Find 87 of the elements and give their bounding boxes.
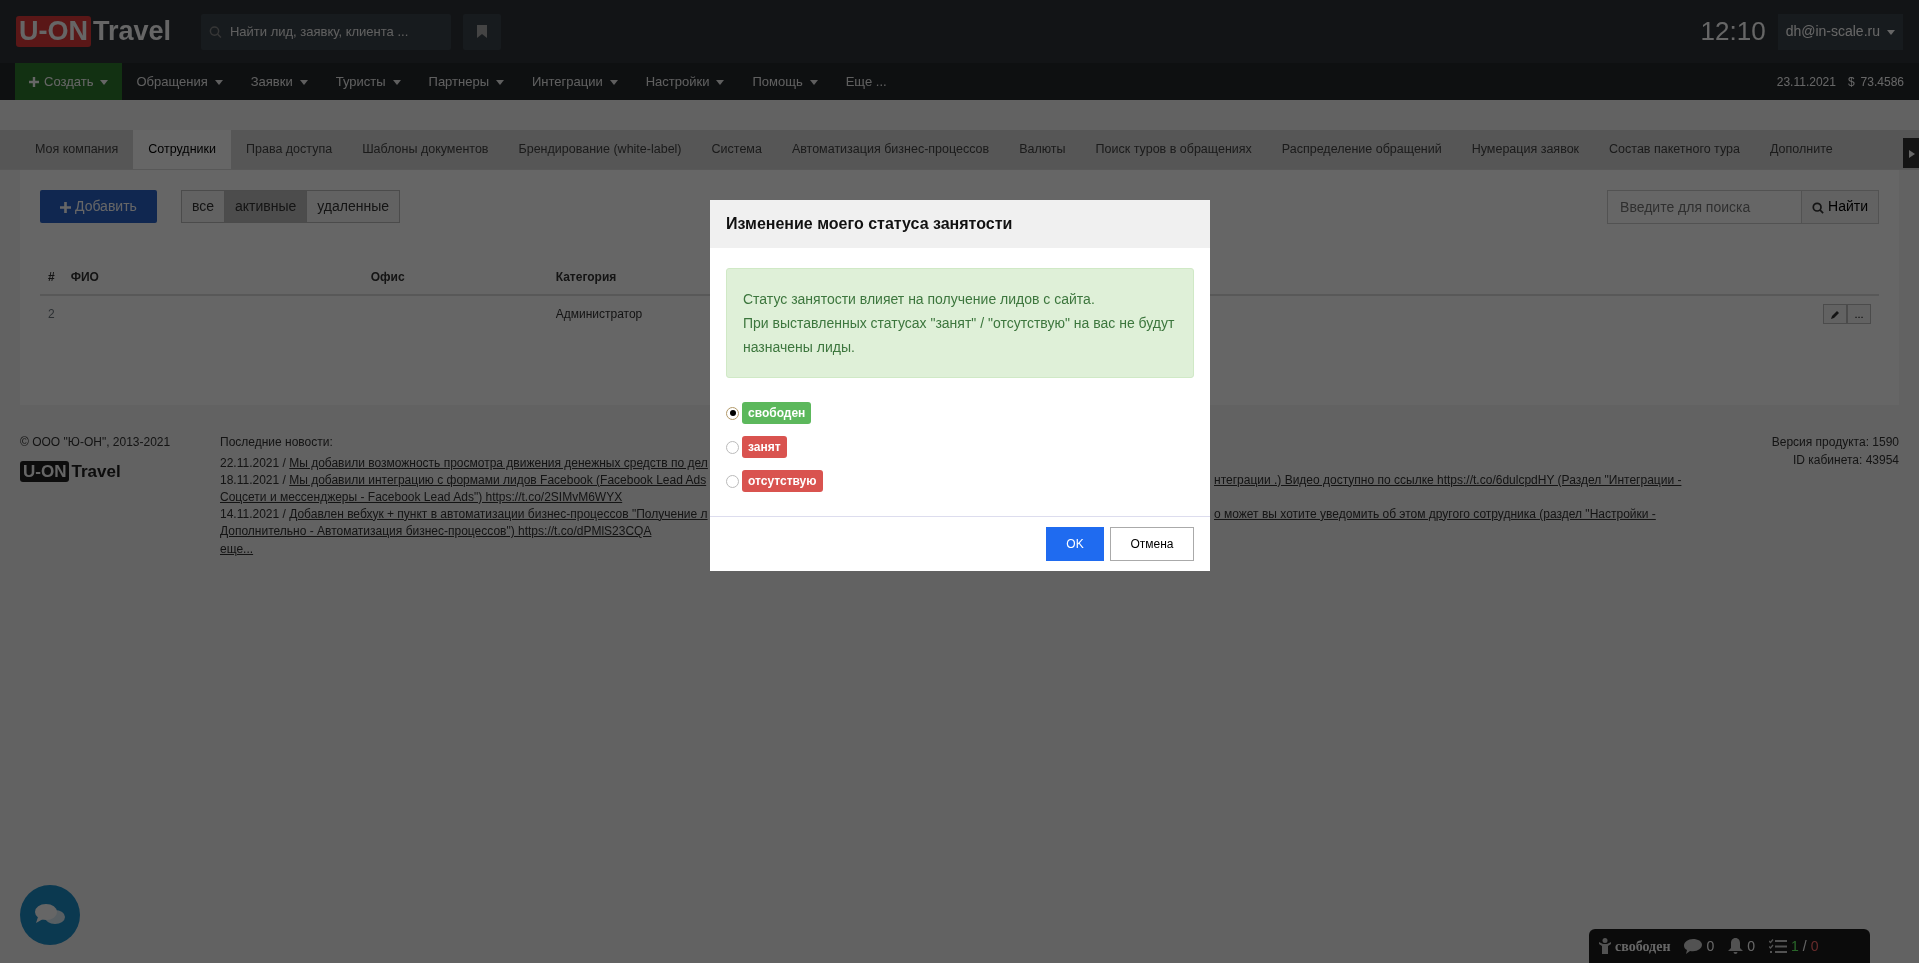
user-menu[interactable]: dh@in-scale.ru [1777, 13, 1903, 50]
search-icon [1812, 201, 1825, 214]
nav-menu[interactable]: Партнеры [414, 63, 518, 100]
more-link[interactable]: еще... [220, 541, 254, 556]
settings-tab[interactable]: Сотрудники [133, 130, 231, 169]
news-link[interactable]: Дополнительно - Автоматизация бизнес-процессов") https://t.co/dPMlS23CQA [220, 523, 652, 538]
info-text: При выставленных статусах "занят" / "отсутствую" на вас не будут назначены лиды. [743, 314, 1176, 357]
date-text: 23.11.2021 [1776, 73, 1836, 91]
news-link[interactable]: нтеграции .) Видео доступно по ссылке https://t.co/6dulcpdHY (Раздел "Интеграции - [1214, 472, 1682, 487]
checklist-icon [1769, 938, 1788, 954]
news-heading: Последние новости: [220, 434, 333, 449]
more-button[interactable]: ... [1847, 303, 1871, 324]
filter-button[interactable]: активные [223, 190, 308, 224]
status-label: свободен [742, 402, 812, 424]
pencil-icon [1830, 309, 1840, 320]
settings-tab[interactable]: Брендирование (white-label) [503, 130, 697, 169]
table-cell: Администратор [555, 306, 643, 321]
nav-link[interactable]: Еще ... [831, 63, 901, 100]
search-field[interactable]: Найти лид, заявку, клиента ... [201, 13, 452, 50]
nav-menu[interactable]: Интеграции [518, 63, 632, 100]
copyright-text: © ООО "Ю-ОН", 2013-2021 [20, 433, 172, 451]
status-label: занят [742, 436, 787, 458]
status-label: отсутствую [742, 470, 823, 492]
notification-count: 0 [1747, 936, 1756, 956]
news-link[interactable]: Соцсети и мессенджеры - Facebook Lead Ads") https://t.co/2SIMvM6WYX [220, 489, 623, 504]
column-header: Офис [362, 259, 548, 295]
exchange-rate: 73.4586 [1860, 73, 1904, 91]
bookmark-button[interactable] [463, 13, 502, 50]
status-text[interactable]: свободен [1615, 935, 1671, 957]
logo-text: Travel [71, 462, 121, 480]
person-icon [1599, 938, 1611, 954]
settings-tab[interactable]: Моя компания [20, 130, 134, 169]
add-button[interactable]: Добавить [40, 190, 157, 224]
dialog-title: Изменение моего статуса занятости [710, 200, 1210, 248]
news-date: 22.11.2021 / [220, 455, 286, 470]
news-link[interactable]: Мы добавили возможность просмотра движения денежных средств по дел [289, 455, 708, 470]
create-menu[interactable]: Создать [15, 63, 123, 100]
column-header: # [40, 259, 63, 295]
nav-menu[interactable]: Помощь [738, 63, 832, 100]
news-date: 18.11.2021 / [220, 472, 286, 487]
settings-tab[interactable]: Состав пакетного тура [1594, 130, 1755, 169]
settings-tab[interactable]: Автоматизация бизнес-процессов [776, 130, 1005, 169]
chat-icon [1684, 938, 1703, 954]
ok-button[interactable]: OK [1046, 527, 1104, 561]
news-date: 14.11.2021 / [220, 506, 286, 521]
separator-text: / [1802, 936, 1807, 956]
triangle-icon [1909, 149, 1915, 158]
filter-button[interactable]: удаленные [306, 190, 401, 224]
nav-menu[interactable]: Настройки [631, 63, 739, 100]
tasks-done-count: 1 [1791, 936, 1799, 956]
clock-time: 12:10 [1700, 15, 1766, 48]
settings-tab[interactable]: Шаблоны документов [347, 130, 504, 169]
news-link[interactable]: Добавлен вебхук + пункт в автоматизации бизнес-процессов "Получение л [289, 506, 708, 521]
edit-button[interactable] [1823, 303, 1847, 324]
logo-text: U-ON [20, 460, 70, 482]
plus-icon [60, 202, 71, 214]
settings-tab[interactable]: Права доступа [231, 130, 348, 169]
bookmark-icon [477, 25, 488, 38]
scroll-right-button[interactable] [1903, 138, 1919, 168]
settings-tab[interactable]: Поиск туров в обращениях [1080, 130, 1267, 169]
logo-text: U-ON [16, 16, 91, 47]
news-link[interactable]: о может вы хотите уведомить об этом другого сотрудника (раздел "Настройки - [1214, 506, 1656, 521]
currency-sign: $ [1847, 73, 1855, 91]
settings-tab[interactable]: Система [696, 130, 777, 169]
search-input[interactable]: Найти лид, заявку, клиента ... [227, 20, 444, 43]
nav-menu[interactable]: Заявки [236, 63, 322, 100]
version-text: Версия продукта: 1590 [1771, 433, 1899, 451]
nav-menu[interactable]: Туристы [321, 63, 415, 100]
nav-menu[interactable]: Обращения [122, 63, 237, 100]
cancel-button[interactable]: Отмена [1110, 527, 1194, 561]
news-link[interactable]: Мы добавили интеграцию с формами лидов Facebook (Facebook Lead Ads [289, 472, 707, 487]
settings-tab[interactable]: Распределение обращений [1266, 130, 1457, 169]
tasks-overdue-count: 0 [1810, 936, 1819, 956]
settings-tab[interactable]: Дополните [1755, 130, 1848, 169]
bell-icon [1728, 938, 1744, 954]
filter-button[interactable]: все [180, 190, 225, 224]
chat-button[interactable] [20, 885, 80, 945]
cabinet-id-text: ID кабинета: 43954 [1791, 451, 1899, 469]
search-button[interactable]: Найти [1801, 189, 1879, 224]
message-count: 0 [1706, 936, 1715, 956]
column-header: ФИО [62, 259, 363, 295]
logo-text: Travel [93, 18, 172, 45]
settings-tab[interactable]: Нумерация заявок [1456, 130, 1595, 169]
search-icon [209, 24, 222, 39]
settings-tab[interactable]: Валюты [1004, 130, 1081, 169]
table-cell: 2 [40, 294, 63, 332]
plus-icon [29, 77, 39, 88]
